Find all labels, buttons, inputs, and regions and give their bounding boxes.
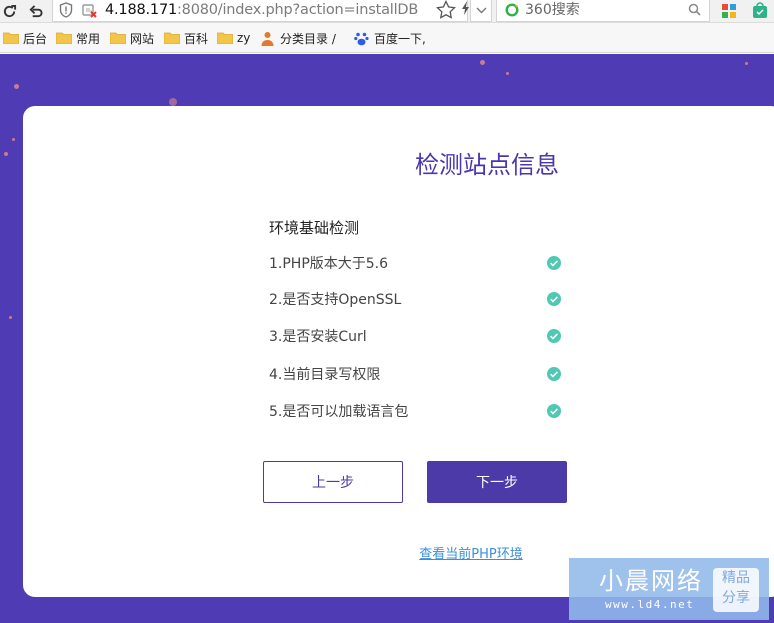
check-label: 2.是否支持OpenSSL bbox=[269, 292, 402, 308]
search-icon[interactable] bbox=[688, 3, 701, 16]
folder-icon bbox=[56, 32, 72, 44]
insecure-lock-icon[interactable] bbox=[81, 2, 97, 18]
check-row-write-permission: 4.当前目录写权限 bbox=[269, 364, 569, 386]
background-dot bbox=[12, 138, 15, 141]
bookmark-folder-changyong[interactable]: 常用 bbox=[56, 29, 100, 47]
background-dot bbox=[4, 152, 8, 156]
check-row-openssl: 2.是否支持OpenSSL bbox=[269, 289, 569, 311]
bookmark-folder-zy[interactable]: zy bbox=[217, 29, 250, 47]
check-label: 5.是否可以加载语言包 bbox=[269, 404, 409, 420]
watermark: 小晨网络 www.ld4.net 精品 分享 bbox=[569, 558, 769, 620]
folder-icon bbox=[217, 32, 233, 44]
bookmark-folder-wangzhan[interactable]: 网站 bbox=[110, 29, 154, 47]
bookmark-label: zy bbox=[237, 31, 251, 45]
previous-step-button[interactable]: 上一步 bbox=[263, 461, 403, 503]
background-dot bbox=[480, 60, 485, 65]
bookmark-folder-houtai[interactable]: 后台 bbox=[3, 29, 47, 47]
search-placeholder: 360搜索 bbox=[525, 2, 580, 18]
check-label: 3.是否安装Curl bbox=[269, 329, 367, 345]
person-icon bbox=[261, 31, 274, 46]
check-circle-icon bbox=[547, 367, 561, 381]
bookmark-label: 常用 bbox=[76, 31, 101, 46]
watermark-url: www.ld4.net bbox=[605, 598, 695, 611]
bookmarks-bar: 后台 常用 网站 百科 zy 分类目录 / 百度一下, bbox=[0, 23, 774, 53]
address-bar[interactable]: 4.188.171:8080/index.php?action=installD… bbox=[52, 0, 469, 22]
bookmark-star-icon[interactable] bbox=[436, 0, 456, 20]
folder-icon bbox=[110, 32, 126, 44]
chevron-down-icon bbox=[476, 7, 487, 14]
url-text[interactable]: 4.188.171:8080/index.php?action=installD… bbox=[105, 1, 418, 19]
url-path: :8080/index.php?action=installDB bbox=[177, 2, 419, 18]
watermark-badge-line2: 分享 bbox=[722, 590, 750, 606]
bookmark-label: 分类目录 / bbox=[280, 31, 336, 46]
page-title: 检测站点信息 bbox=[415, 151, 559, 179]
folder-icon bbox=[164, 32, 180, 44]
shield-icon[interactable] bbox=[59, 2, 73, 18]
bookmark-label: 百度一下, bbox=[374, 31, 426, 46]
bookmark-folder-baike[interactable]: 百科 bbox=[164, 29, 208, 47]
undo-icon[interactable] bbox=[27, 2, 43, 20]
apps-grid-icon[interactable] bbox=[722, 4, 736, 18]
folder-icon bbox=[3, 32, 19, 44]
address-dropdown[interactable] bbox=[470, 0, 492, 22]
check-circle-icon bbox=[547, 256, 561, 270]
watermark-title: 小晨网络 bbox=[599, 567, 703, 595]
check-row-curl: 3.是否安装Curl bbox=[269, 326, 569, 348]
background-dot bbox=[14, 84, 19, 89]
reload-icon[interactable] bbox=[1, 2, 17, 20]
bookmark-label: 后台 bbox=[23, 31, 48, 46]
360-search-logo-icon bbox=[505, 3, 519, 17]
section-title: 环境基础检测 bbox=[269, 219, 360, 237]
bookmark-category-directory[interactable]: 分类目录 / bbox=[260, 29, 336, 47]
url-host: 4.188.171 bbox=[105, 2, 177, 18]
check-circle-icon bbox=[547, 329, 561, 343]
check-label: 4.当前目录写权限 bbox=[269, 367, 381, 383]
check-label: 1.PHP版本大于5.6 bbox=[269, 256, 389, 272]
watermark-badge-line1: 精品 bbox=[722, 570, 750, 586]
background-dot bbox=[9, 316, 12, 319]
check-circle-icon bbox=[547, 292, 561, 306]
bookmark-baidu[interactable]: 百度一下, bbox=[354, 29, 426, 47]
watermark-badge: 精品 分享 bbox=[713, 568, 759, 612]
baidu-paw-icon bbox=[354, 32, 369, 45]
extension-bag-icon[interactable] bbox=[752, 2, 768, 19]
check-circle-icon bbox=[547, 404, 561, 418]
background-dot bbox=[169, 98, 177, 106]
bookmark-label: 网站 bbox=[130, 31, 155, 46]
search-box[interactable]: 360搜索 bbox=[496, 0, 710, 22]
background-dot bbox=[506, 72, 509, 75]
next-step-button[interactable]: 下一步 bbox=[427, 461, 567, 503]
background-dot bbox=[745, 62, 748, 65]
bookmark-label: 百科 bbox=[184, 31, 209, 46]
check-row-php-version: 1.PHP版本大于5.6 bbox=[269, 253, 569, 275]
check-row-language-pack: 5.是否可以加载语言包 bbox=[269, 401, 569, 423]
browser-toolbar: 4.188.171:8080/index.php?action=installD… bbox=[0, 0, 774, 23]
